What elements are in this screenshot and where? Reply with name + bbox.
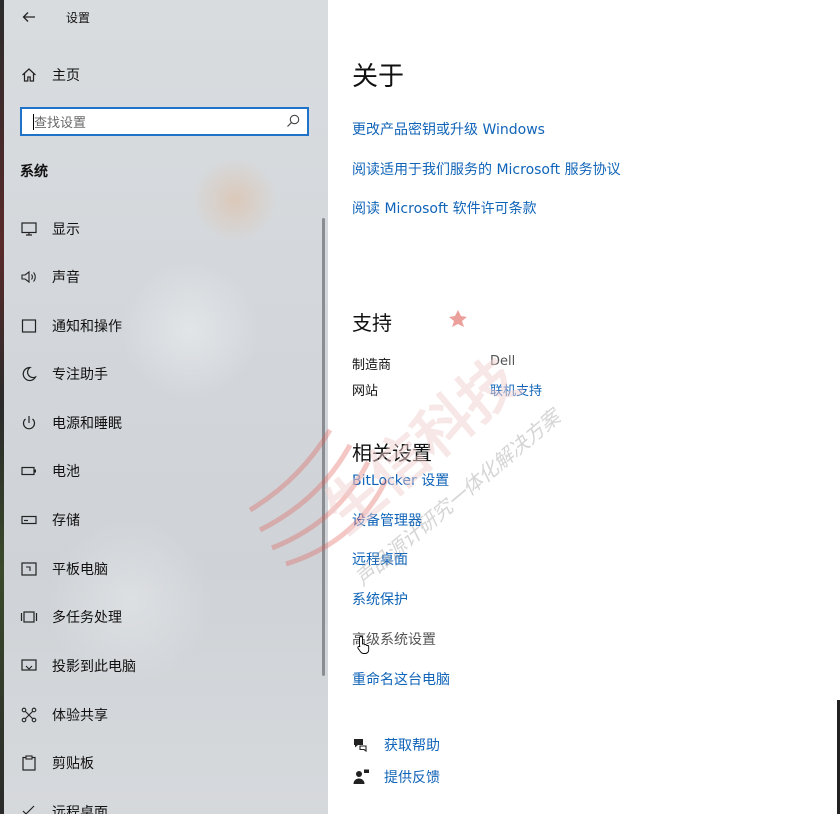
sidebar-item-notifications[interactable]: 通知和操作 xyxy=(20,314,310,338)
website-label: 网站 xyxy=(352,384,379,399)
get-help-link[interactable]: 获取帮助 xyxy=(352,734,440,756)
sidebar-scrollbar[interactable] xyxy=(322,218,325,676)
title-bar: 设置 xyxy=(0,0,328,34)
give-feedback-link[interactable]: 提供反馈 xyxy=(352,766,440,788)
sidebar-item-label: 远程桌面 xyxy=(52,805,108,814)
manufacturer-value: Dell xyxy=(490,354,516,369)
arrow-left-icon xyxy=(22,12,35,22)
sidebar-item-label: 专注助手 xyxy=(52,367,108,383)
sidebar-item-label: 平板电脑 xyxy=(52,562,108,578)
battery-icon xyxy=(20,462,38,480)
sidebar-item-label: 多任务处理 xyxy=(52,610,122,626)
sidebar-item-battery[interactable]: 电池 xyxy=(20,459,310,483)
sidebar-item-project[interactable]: 投影到此电脑 xyxy=(20,654,310,678)
search-icon[interactable] xyxy=(285,113,301,129)
project-icon xyxy=(20,657,38,675)
sidebar-item-clipboard[interactable]: 剪贴板 xyxy=(20,751,310,775)
main-content: 关于 更改产品密钥或升级 Windows 阅读适用于我们服务的 Microsof… xyxy=(328,0,840,814)
change-product-key-link[interactable]: 更改产品密钥或升级 Windows xyxy=(352,119,545,139)
monitor-icon xyxy=(20,220,38,238)
system-protection-link[interactable]: 系统保护 xyxy=(352,589,408,609)
related-settings-title: 相关设置 xyxy=(352,441,432,465)
give-feedback-label: 提供反馈 xyxy=(384,770,440,786)
sidebar-item-label: 电源和睡眠 xyxy=(52,416,122,432)
sidebar-item-sound[interactable]: 声音 xyxy=(20,265,310,289)
sidebar-item-label: 主页 xyxy=(52,68,80,84)
moon-icon xyxy=(20,365,38,383)
get-help-label: 获取帮助 xyxy=(384,738,440,754)
sidebar-item-label: 投影到此电脑 xyxy=(52,659,136,675)
clipboard-icon xyxy=(20,754,38,772)
sidebar-item-display[interactable]: 显示 xyxy=(20,217,310,241)
tablet-icon xyxy=(20,560,38,578)
search-field[interactable] xyxy=(20,107,309,136)
sidebar-item-label: 声音 xyxy=(52,270,80,286)
license-terms-link[interactable]: 阅读 Microsoft 软件许可条款 xyxy=(352,198,537,218)
sidebar-item-home[interactable]: 主页 xyxy=(20,64,80,86)
manufacturer-label: 制造商 xyxy=(352,358,392,373)
sidebar-item-label: 体验共享 xyxy=(52,708,108,724)
home-icon xyxy=(20,66,38,84)
window-title: 设置 xyxy=(66,11,91,25)
bitlocker-settings-link[interactable]: BitLocker 设置 xyxy=(352,470,449,490)
sidebar-item-label: 剪贴板 xyxy=(52,756,94,772)
sidebar-item-shared-experiences[interactable]: 体验共享 xyxy=(20,703,310,727)
sidebar-item-label: 电池 xyxy=(52,464,80,480)
remote-desktop-link[interactable]: 远程桌面 xyxy=(352,549,408,569)
sidebar-item-storage[interactable]: 存储 xyxy=(20,508,310,532)
notification-icon xyxy=(20,317,38,335)
power-icon xyxy=(20,414,38,432)
share-icon xyxy=(20,706,38,724)
sidebar-item-label: 存储 xyxy=(52,513,80,529)
sidebar-item-power-sleep[interactable]: 电源和睡眠 xyxy=(20,411,310,435)
sidebar-item-multitasking[interactable]: 多任务处理 xyxy=(20,605,310,629)
service-agreement-link[interactable]: 阅读适用于我们服务的 Microsoft 服务协议 xyxy=(352,159,621,179)
remote-desktop-icon xyxy=(20,803,38,814)
hand-cursor-icon xyxy=(357,636,370,654)
sidebar: 设置 主页 系统 显示 声音 通知和操作 xyxy=(0,0,328,814)
sidebar-item-tablet[interactable]: 平板电脑 xyxy=(20,557,310,581)
sidebar-item-focus-assist[interactable]: 专注助手 xyxy=(20,362,310,386)
help-chat-icon xyxy=(352,736,370,754)
feedback-person-icon xyxy=(352,768,370,786)
speaker-icon xyxy=(20,268,38,286)
section-title: 系统 xyxy=(20,164,48,180)
multitask-icon xyxy=(20,608,38,626)
online-support-link[interactable]: 联机支持 xyxy=(490,380,542,399)
search-input[interactable] xyxy=(32,113,286,133)
rename-pc-link[interactable]: 重命名这台电脑 xyxy=(352,669,450,689)
sidebar-item-remote-desktop[interactable]: 远程桌面 xyxy=(20,800,310,814)
page-title: 关于 xyxy=(352,62,405,92)
sidebar-item-label: 显示 xyxy=(52,222,80,238)
storage-icon xyxy=(20,511,38,529)
back-button[interactable] xyxy=(18,6,40,28)
sidebar-item-label: 通知和操作 xyxy=(52,319,122,335)
device-manager-link[interactable]: 设备管理器 xyxy=(352,510,422,530)
support-title: 支持 xyxy=(352,311,392,335)
desktop-edge xyxy=(0,0,4,814)
